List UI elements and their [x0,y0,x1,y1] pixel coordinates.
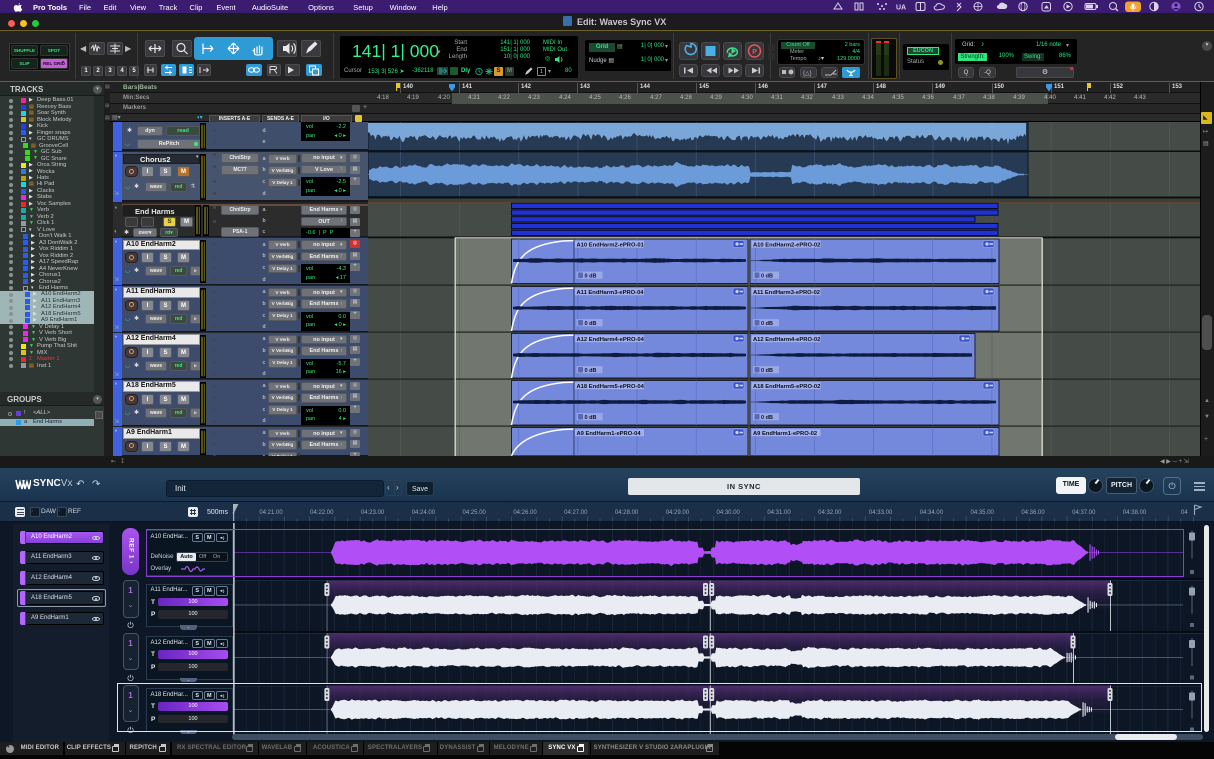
svg-text:P: P [752,49,757,56]
svg-text:A12 EndHarm4-ePRO-02: A12 EndHarm4-ePRO-02 [753,337,820,343]
svg-text:A18 EndHarm5-ePRO-04: A18 EndHarm5-ePRO-04 [577,384,645,390]
svg-text:A11 EndHarm3-ePRO-04: A11 EndHarm3-ePRO-04 [577,290,645,296]
svg-text:0 dB: 0 dB [585,415,597,421]
svg-text:A18 EndHarm5-ePRO-02: A18 EndHarm5-ePRO-02 [753,384,820,390]
svg-text:A11 EndHarm3-ePRO-02: A11 EndHarm3-ePRO-02 [753,290,820,296]
svg-text:0 dB: 0 dB [761,368,773,374]
svg-text:A9 EndHarm1-ePRO-04: A9 EndHarm1-ePRO-04 [577,431,642,437]
svg-text:{△}: {△} [803,71,812,77]
svg-text:A10 EndHarm2-ePRO-01: A10 EndHarm2-ePRO-01 [577,243,645,249]
svg-text:0 dB: 0 dB [585,368,597,374]
svg-text:0 dB: 0 dB [761,415,773,421]
svg-text:0 dB: 0 dB [761,321,773,327]
svg-text:0 dB: 0 dB [761,274,773,280]
svg-text:A9 EndHarm1-ePRO-02: A9 EndHarm1-ePRO-02 [753,431,817,437]
svg-text:0 dB: 0 dB [585,321,597,327]
svg-text:A12 EndHarm4-ePRO-04: A12 EndHarm4-ePRO-04 [577,337,645,343]
svg-text:UA: UA [896,5,906,12]
svg-text:0 dB: 0 dB [585,274,597,280]
svg-text:A10 EndHarm2-ePRO-02: A10 EndHarm2-ePRO-02 [753,243,820,249]
